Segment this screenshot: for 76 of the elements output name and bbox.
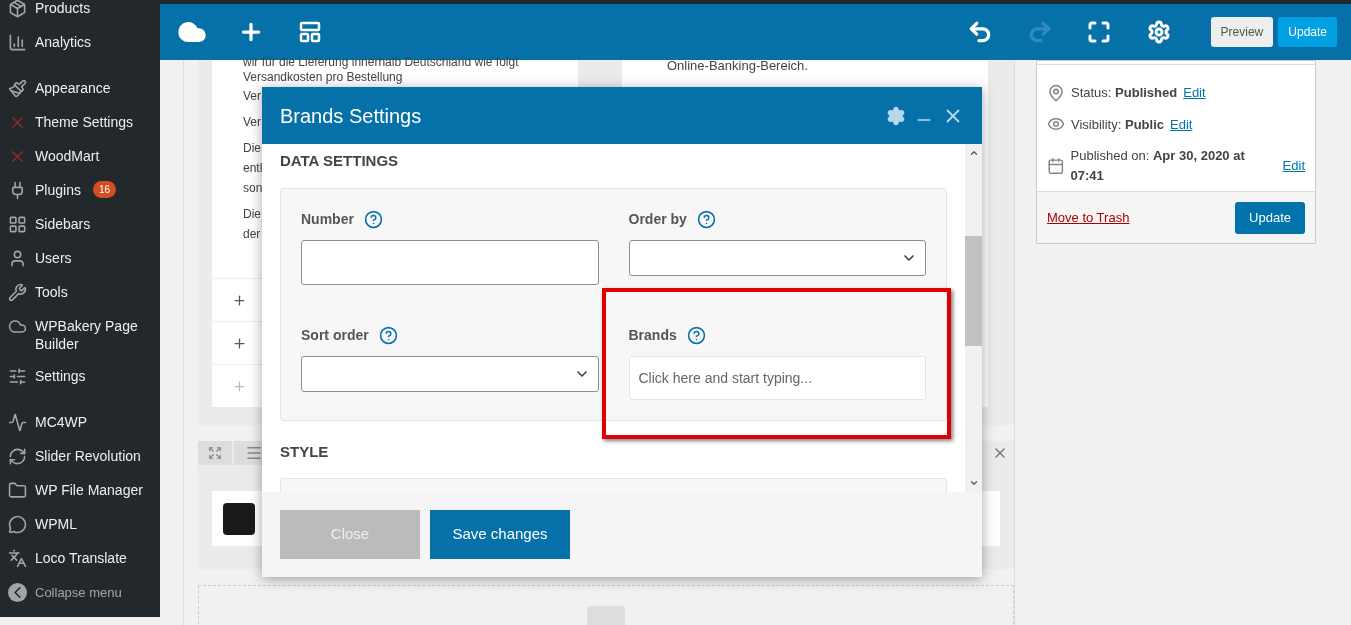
sidebar-item[interactable]: Products — [0, 0, 160, 26]
edit-link[interactable]: Edit — [1170, 114, 1193, 134]
body-text: der — [243, 226, 261, 243]
field-label: Sort order — [301, 325, 369, 345]
update-button[interactable]: Update — [1235, 201, 1305, 234]
scroll-down-icon[interactable] — [968, 478, 979, 488]
brand-logo-icon — [223, 502, 255, 535]
drag-handle-icon[interactable] — [245, 444, 263, 462]
body-text: Online-Banking-Bereich. — [667, 58, 809, 74]
meta-text: Status: Published — [1071, 84, 1178, 102]
sidebar-item[interactable]: Analytics — [0, 26, 160, 60]
layout-icon[interactable] — [298, 20, 322, 44]
help-icon[interactable] — [363, 209, 383, 229]
count-badge: 16 — [92, 181, 117, 198]
edit-link[interactable]: Edit — [1183, 83, 1206, 103]
edit-link[interactable]: Edit — [1282, 155, 1305, 176]
sidebar-item[interactable]: MC4WP — [0, 406, 160, 440]
help-icon[interactable] — [696, 209, 716, 229]
sidebar-item[interactable]: WPML — [0, 508, 160, 542]
collapse-menu-button[interactable]: Collapse menu — [0, 576, 160, 610]
save-button[interactable]: Save changes — [430, 510, 570, 559]
sidebar-item[interactable]: Settings — [0, 360, 160, 394]
scroll-up-icon[interactable] — [968, 148, 979, 158]
sidebar-item[interactable]: Tools — [0, 276, 160, 310]
folder-icon — [8, 481, 27, 500]
settings-icon[interactable] — [886, 105, 906, 126]
translate-icon — [8, 549, 27, 568]
sidebar-item[interactable]: Sidebars — [0, 208, 160, 242]
dialog-title: Brands Settings — [280, 103, 423, 129]
calendar-icon — [1047, 156, 1065, 175]
field-label: Brands — [628, 325, 677, 345]
settings-icon[interactable] — [1146, 20, 1171, 44]
sidebar-item[interactable]: Users — [0, 242, 160, 276]
preview-button[interactable]: Preview — [1210, 17, 1274, 47]
speech-bubble-icon — [8, 515, 27, 534]
body-text: Die — [243, 140, 261, 157]
sliders-icon — [8, 367, 27, 386]
box-icon — [8, 0, 27, 18]
meta-text: Published on: Apr 30, 2020 at 07:41 — [1070, 147, 1246, 185]
user-icon — [8, 249, 27, 268]
sidebar-item[interactable]: Plugins 16 — [0, 174, 160, 208]
meta-text: Visibility: Public — [1071, 115, 1164, 134]
help-icon[interactable] — [378, 325, 398, 345]
paintbrush-icon — [8, 79, 27, 98]
body-text: Die — [243, 206, 261, 223]
text-field[interactable] — [301, 239, 599, 285]
section-heading: DATA SETTINGS — [280, 151, 400, 171]
help-icon[interactable] — [686, 325, 706, 345]
select-field[interactable] — [301, 355, 599, 392]
wave-icon — [8, 413, 27, 432]
body-text: Ver — [243, 88, 261, 105]
fullscreen-icon[interactable] — [1086, 20, 1111, 44]
wrench-icon — [8, 283, 27, 302]
sidebar-item[interactable]: Loco Translate — [0, 542, 160, 576]
pin-icon — [1047, 83, 1065, 102]
sidebar-item[interactable]: Slider Revolution — [0, 440, 160, 474]
section-heading: STYLE — [280, 441, 330, 462]
field-label: Number — [301, 209, 354, 229]
sidebar-item[interactable]: Appearance — [0, 72, 160, 106]
trash-link[interactable]: Move to Trash — [1047, 207, 1130, 228]
body-text: entl — [243, 160, 263, 177]
sidebar-item[interactable]: Theme Settings — [0, 106, 160, 140]
field-label: Order by — [628, 209, 687, 229]
collapse-icon — [8, 583, 27, 603]
grid-icon — [8, 215, 27, 234]
bar-chart-icon — [8, 33, 27, 52]
sidebar-item[interactable]: WoodMart — [0, 140, 160, 174]
body-text: son — [243, 180, 263, 197]
body-text: Ver — [243, 114, 261, 131]
expand-icon[interactable] — [208, 446, 222, 460]
cloud-icon — [8, 317, 27, 336]
scrollbar[interactable] — [965, 144, 982, 492]
refresh-icon — [8, 447, 27, 466]
select-field[interactable] — [628, 239, 926, 276]
sidebar-item[interactable]: WPBakery Page Builder — [0, 310, 160, 360]
sidebar-item[interactable]: WP File Manager — [0, 474, 160, 508]
